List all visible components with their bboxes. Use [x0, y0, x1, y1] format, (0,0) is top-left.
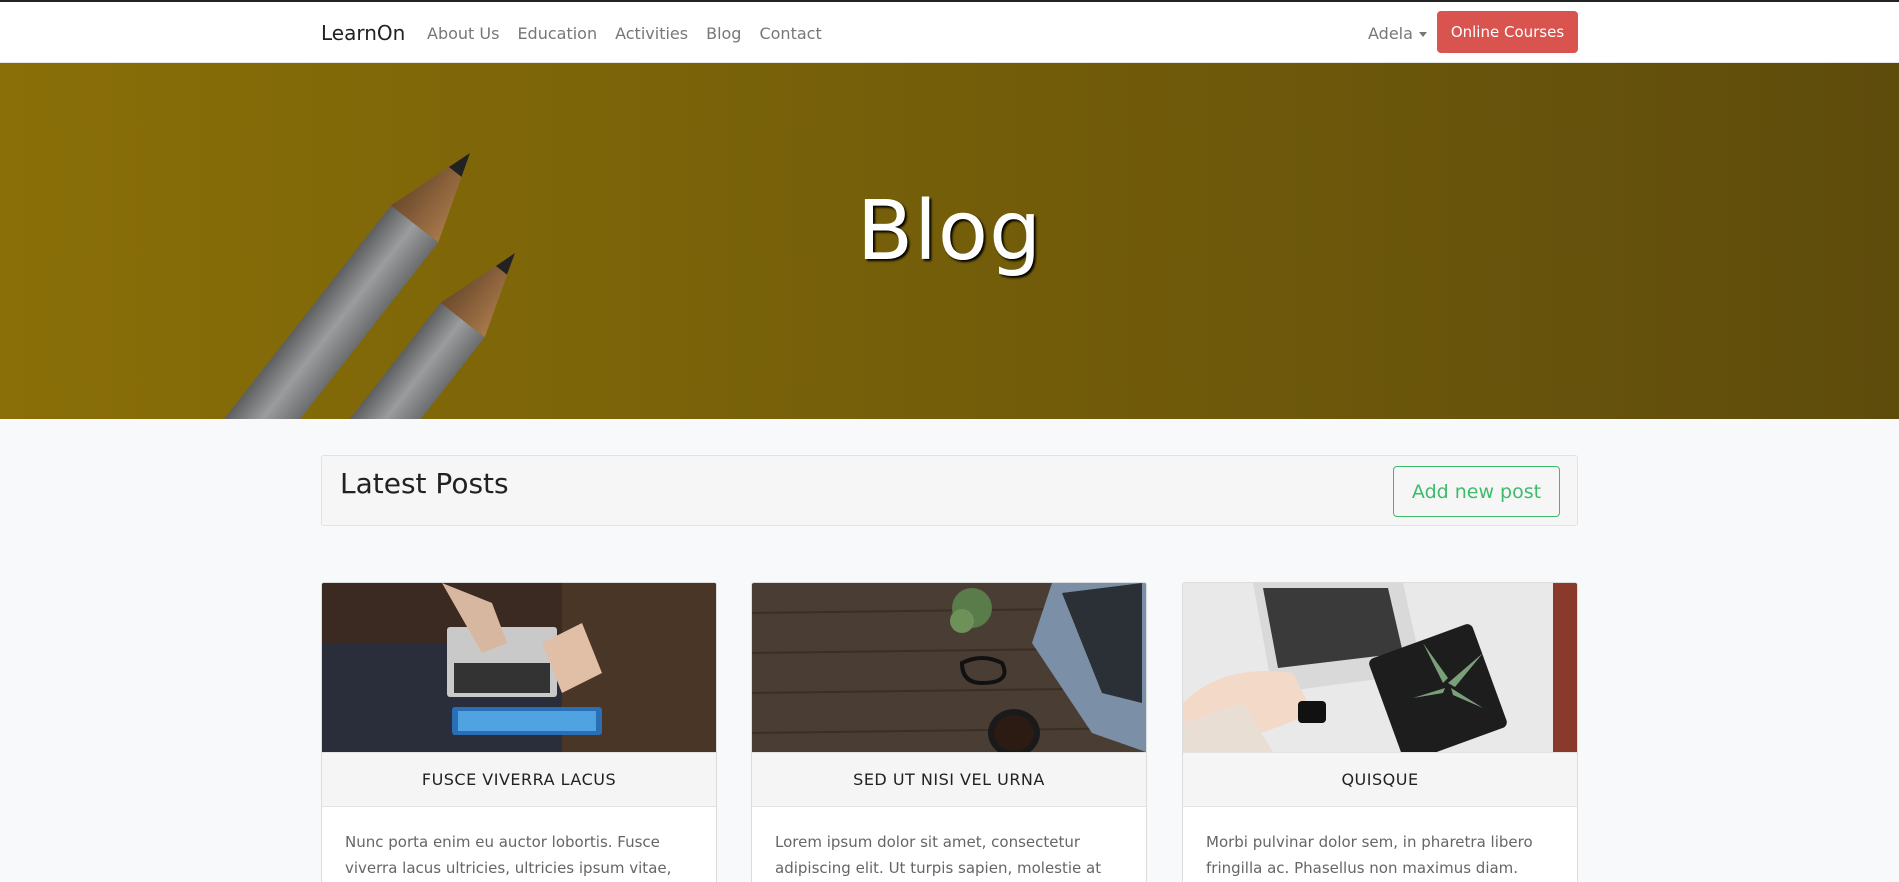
- top-navbar: LearnOn About Us Education Activities Bl…: [0, 0, 1899, 63]
- post-title[interactable]: SED UT NISI VEL URNA: [752, 752, 1146, 807]
- post-excerpt: Morbi pulvinar dolor sem, in pharetra li…: [1206, 833, 1533, 877]
- nav-activities[interactable]: Activities: [615, 24, 688, 43]
- latest-posts-bar: Latest Posts Add new post: [321, 455, 1578, 526]
- post-image[interactable]: [752, 583, 1146, 752]
- user-name: Adela: [1368, 24, 1413, 43]
- post-card[interactable]: QUISQUE Morbi pulvinar dolor sem, in pha…: [1182, 582, 1578, 882]
- post-excerpt: Nunc porta enim eu auctor lobortis. Fusc…: [345, 833, 672, 877]
- add-new-post-button[interactable]: Add new post: [1393, 466, 1560, 517]
- post-title[interactable]: QUISQUE: [1183, 752, 1577, 807]
- desk-photo: [752, 583, 1146, 752]
- post-image[interactable]: [322, 583, 716, 752]
- nav-education[interactable]: Education: [517, 24, 597, 43]
- hero-banner: Blog: [0, 63, 1899, 419]
- main-nav: About Us Education Activities Blog Conta…: [427, 24, 822, 43]
- typing-photo: [1183, 583, 1577, 752]
- post-image[interactable]: [1183, 583, 1577, 752]
- post-title[interactable]: FUSCE VIVERRA LACUS: [322, 752, 716, 807]
- latest-posts-heading: Latest Posts: [340, 467, 509, 500]
- hero-title: Blog: [856, 184, 1043, 279]
- post-card[interactable]: SED UT NISI VEL URNA Lorem ipsum dolor s…: [751, 582, 1147, 882]
- nav-contact[interactable]: Contact: [759, 24, 821, 43]
- nav-blog[interactable]: Blog: [706, 24, 741, 43]
- post-card[interactable]: FUSCE VIVERRA LACUS Nunc porta enim eu a…: [321, 582, 717, 882]
- online-courses-button[interactable]: Online Courses: [1437, 11, 1578, 53]
- laptop-photo: [322, 583, 716, 752]
- brand-logo[interactable]: LearnOn: [321, 21, 405, 45]
- caret-down-icon: [1418, 32, 1427, 37]
- post-excerpt: Lorem ipsum dolor sit amet, consectetur …: [775, 833, 1102, 877]
- nav-about-us[interactable]: About Us: [427, 24, 499, 43]
- user-dropdown[interactable]: Adela: [1368, 24, 1427, 43]
